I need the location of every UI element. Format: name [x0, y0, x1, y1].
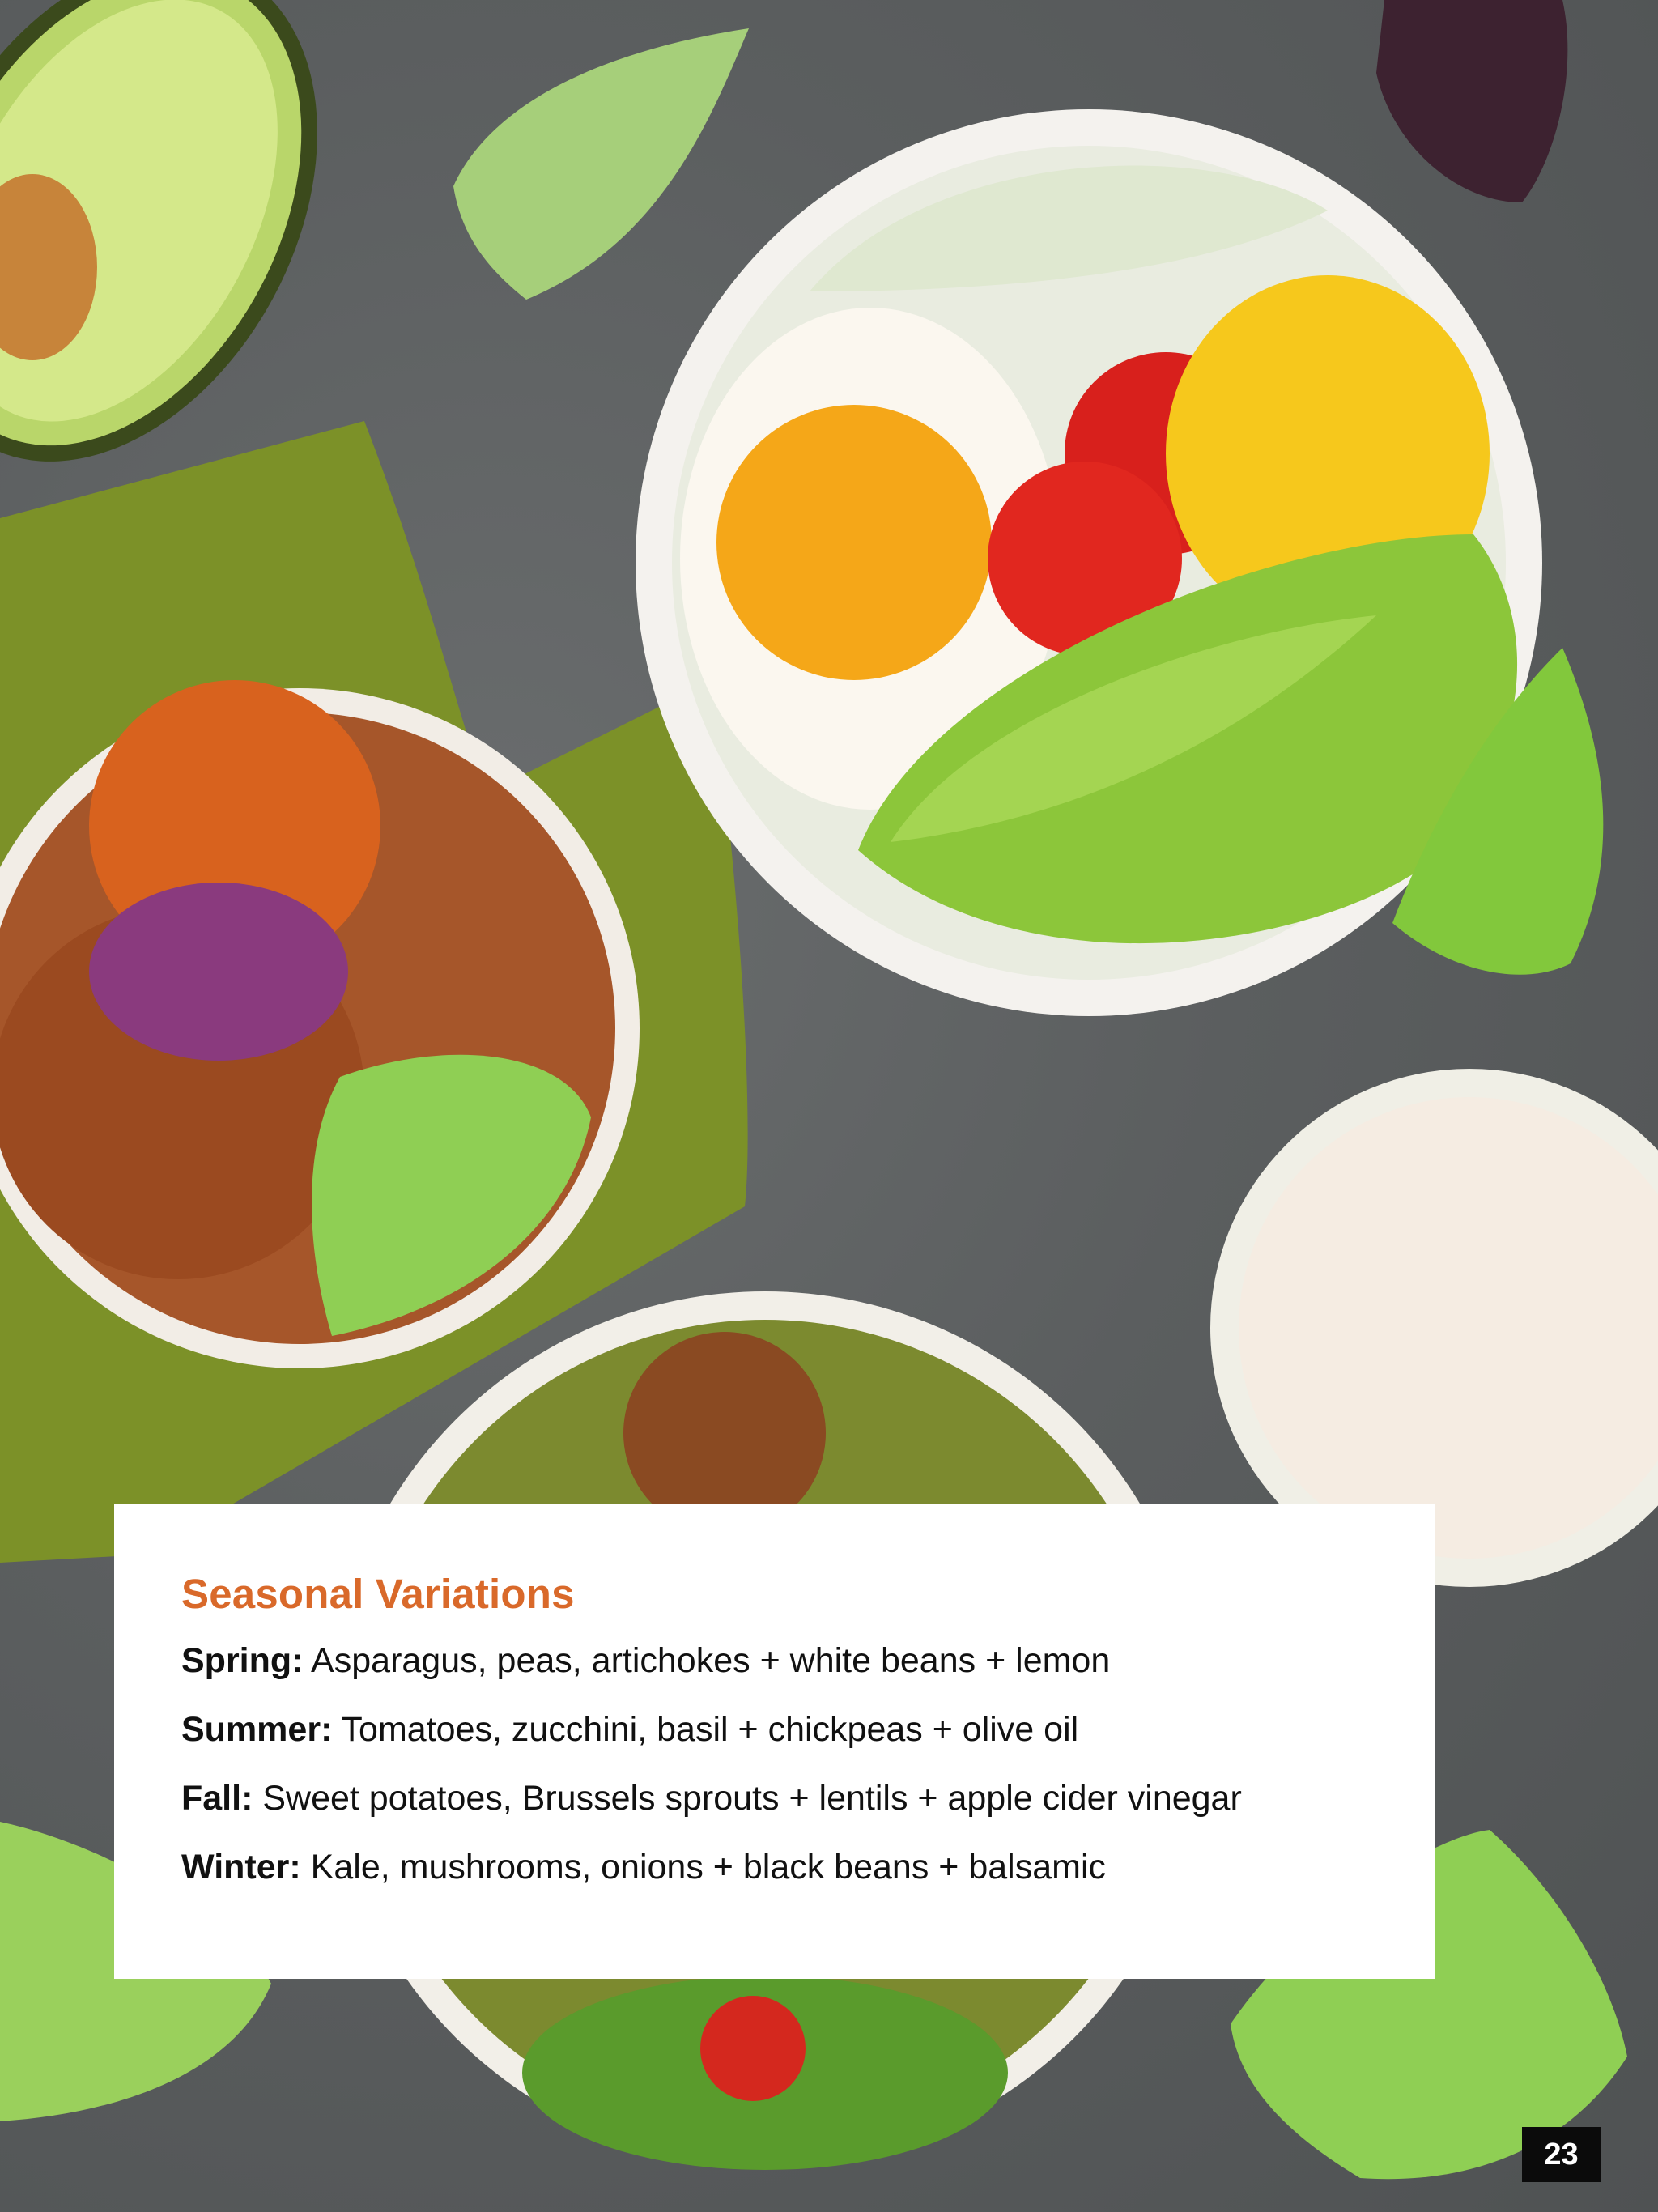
- season-row-fall: Fall: Sweet potatoes, Brussels sprouts +…: [181, 1778, 1369, 1819]
- seasonal-variations-card: Seasonal Variations Spring: Asparagus, p…: [114, 1504, 1435, 1979]
- season-label: Fall:: [181, 1779, 253, 1818]
- season-label: Spring:: [181, 1641, 304, 1680]
- season-label: Summer:: [181, 1710, 333, 1749]
- season-text: Kale, mushrooms, onions + black beans + …: [300, 1848, 1107, 1887]
- page-number-badge: 23: [1522, 2127, 1601, 2182]
- lettuce-leaf-top: [453, 28, 749, 300]
- season-label: Winter:: [181, 1848, 301, 1887]
- season-text: Sweet potatoes, Brussels sprouts + lenti…: [253, 1779, 1242, 1818]
- season-row-spring: Spring: Asparagus, peas, artichokes + wh…: [181, 1640, 1369, 1681]
- season-text: Tomatoes, zucchini, basil + chickpeas + …: [332, 1710, 1079, 1749]
- purple-leaf: [1376, 0, 1568, 202]
- season-row-winter: Winter: Kale, mushrooms, onions + black …: [181, 1847, 1369, 1887]
- card-title: Seasonal Variations: [181, 1571, 575, 1617]
- season-row-summer: Summer: Tomatoes, zucchini, basil + chic…: [181, 1709, 1369, 1750]
- season-text: Asparagus, peas, artichokes + white bean…: [303, 1641, 1111, 1680]
- egg-bowl: [636, 109, 1542, 1016]
